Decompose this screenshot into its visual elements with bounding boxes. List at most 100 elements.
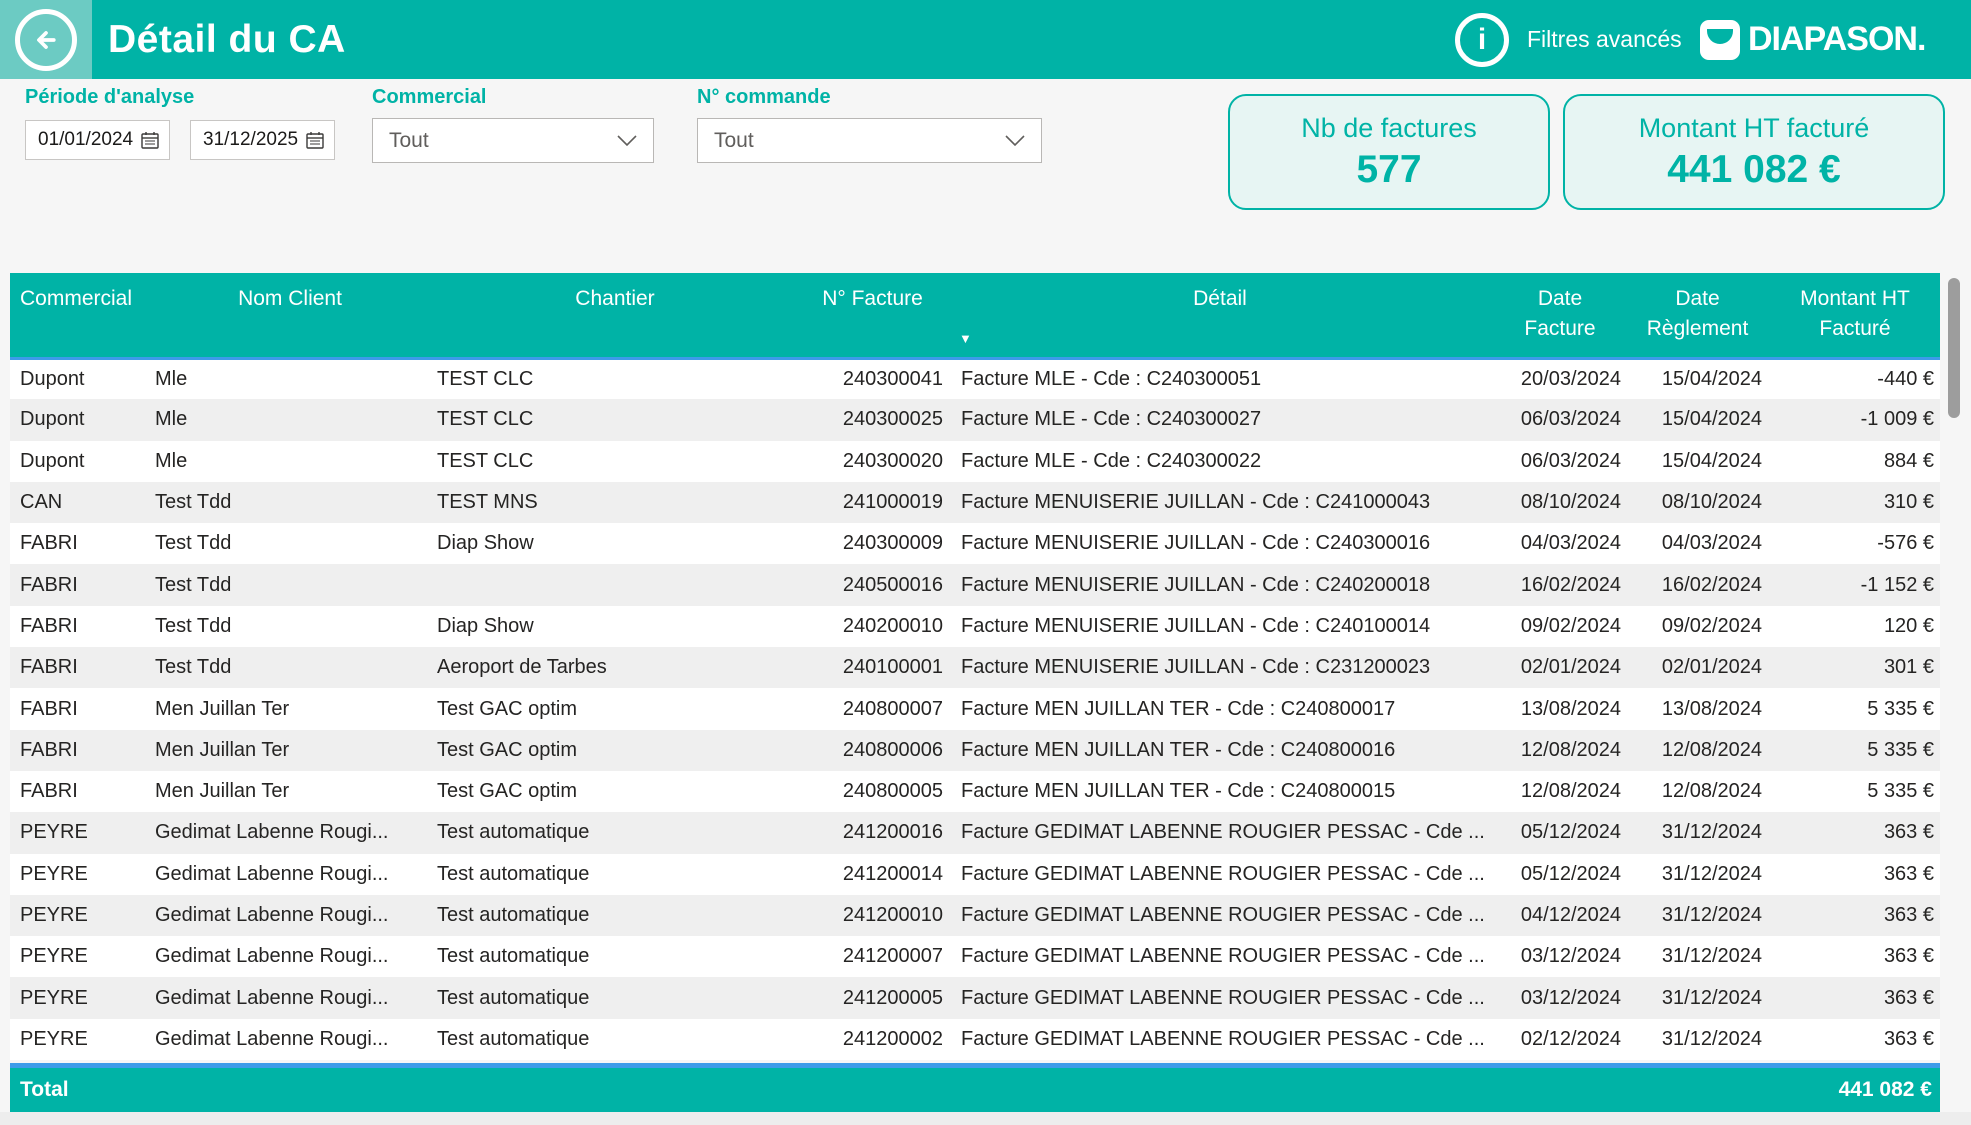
- table-row[interactable]: FABRI Test Tdd 240500016 Facture MENUISE…: [10, 564, 1940, 605]
- cell-commercial[interactable]: FABRI: [10, 523, 150, 564]
- cell-montant-ht[interactable]: 5 335 €: [1770, 688, 1940, 729]
- cell-n-facture[interactable]: 241200007: [800, 936, 945, 977]
- cell-n-facture[interactable]: 240300020: [800, 441, 945, 482]
- cell-detail[interactable]: Facture MEN JUILLAN TER - Cde : C2408000…: [945, 688, 1495, 729]
- cell-date-reglement[interactable]: 16/02/2024: [1625, 564, 1770, 605]
- cell-chantier[interactable]: Test automatique: [430, 812, 800, 853]
- cell-nom-client[interactable]: Gedimat Labenne Rougi...: [150, 854, 430, 895]
- cell-commercial[interactable]: FABRI: [10, 730, 150, 771]
- cell-nom-client[interactable]: Mle: [150, 358, 430, 399]
- cell-date-facture[interactable]: 03/12/2024: [1495, 977, 1625, 1018]
- cell-montant-ht[interactable]: -1 152 €: [1770, 564, 1940, 605]
- cell-montant-ht[interactable]: 5 335 €: [1770, 730, 1940, 771]
- cell-n-facture[interactable]: 240300041: [800, 358, 945, 399]
- cell-n-facture[interactable]: 240200010: [800, 606, 945, 647]
- cell-commercial[interactable]: FABRI: [10, 688, 150, 729]
- cell-detail[interactable]: Facture MENUISERIE JUILLAN - Cde : C2410…: [945, 482, 1495, 523]
- cell-date-reglement[interactable]: 31/12/2024: [1625, 1019, 1770, 1060]
- cell-date-facture[interactable]: 02/12/2024: [1495, 1019, 1625, 1060]
- table-row[interactable]: PEYRE Gedimat Labenne Rougi... Test auto…: [10, 1019, 1940, 1060]
- table-row[interactable]: PEYRE Gedimat Labenne Rougi... Test auto…: [10, 936, 1940, 977]
- cell-chantier[interactable]: Test GAC optim: [430, 771, 800, 812]
- cell-commercial[interactable]: PEYRE: [10, 1019, 150, 1060]
- cell-nom-client[interactable]: Test Tdd: [150, 523, 430, 564]
- table-row[interactable]: Dupont Mle TEST CLC 240300041 Facture ML…: [10, 358, 1940, 399]
- cell-montant-ht[interactable]: -1 009 €: [1770, 399, 1940, 440]
- date-start-input[interactable]: 01/01/2024: [25, 120, 170, 160]
- table-row[interactable]: CAN Test Tdd TEST MNS 241000019 Facture …: [10, 482, 1940, 523]
- cell-chantier[interactable]: Diap Show: [430, 606, 800, 647]
- cell-nom-client[interactable]: Men Juillan Ter: [150, 771, 430, 812]
- cell-commercial[interactable]: Dupont: [10, 358, 150, 399]
- cell-n-facture[interactable]: 240300009: [800, 523, 945, 564]
- table-row[interactable]: PEYRE Gedimat Labenne Rougi... Test auto…: [10, 977, 1940, 1018]
- cell-detail[interactable]: Facture GEDIMAT LABENNE ROUGIER PESSAC -…: [945, 977, 1495, 1018]
- cell-detail[interactable]: Facture GEDIMAT LABENNE ROUGIER PESSAC -…: [945, 812, 1495, 853]
- cell-chantier[interactable]: Test automatique: [430, 895, 800, 936]
- cell-montant-ht[interactable]: -440 €: [1770, 358, 1940, 399]
- cell-date-facture[interactable]: 06/03/2024: [1495, 441, 1625, 482]
- column-header-commercial[interactable]: Commercial: [10, 273, 150, 358]
- date-end-input[interactable]: 31/12/2025: [190, 120, 335, 160]
- cell-montant-ht[interactable]: -576 €: [1770, 523, 1940, 564]
- cell-chantier[interactable]: Test GAC optim: [430, 730, 800, 771]
- cell-detail[interactable]: Facture MEN JUILLAN TER - Cde : C2408000…: [945, 730, 1495, 771]
- cell-commercial[interactable]: PEYRE: [10, 936, 150, 977]
- cell-nom-client[interactable]: Gedimat Labenne Rougi...: [150, 977, 430, 1018]
- table-row[interactable]: FABRI Men Juillan Ter Test GAC optim 240…: [10, 730, 1940, 771]
- cell-date-facture[interactable]: 04/03/2024: [1495, 523, 1625, 564]
- table-row[interactable]: PEYRE Gedimat Labenne Rougi... Test auto…: [10, 895, 1940, 936]
- cell-nom-client[interactable]: Gedimat Labenne Rougi...: [150, 895, 430, 936]
- cell-montant-ht[interactable]: 5 335 €: [1770, 771, 1940, 812]
- cell-detail[interactable]: Facture MENUISERIE JUILLAN - Cde : C2312…: [945, 647, 1495, 688]
- cell-detail[interactable]: Facture MLE - Cde : C240300022: [945, 441, 1495, 482]
- cell-date-facture[interactable]: 03/12/2024: [1495, 936, 1625, 977]
- cell-date-reglement[interactable]: 31/12/2024: [1625, 812, 1770, 853]
- cell-date-reglement[interactable]: 31/12/2024: [1625, 936, 1770, 977]
- cell-montant-ht[interactable]: 363 €: [1770, 936, 1940, 977]
- cell-nom-client[interactable]: Men Juillan Ter: [150, 688, 430, 729]
- cell-n-facture[interactable]: 241200005: [800, 977, 945, 1018]
- cell-date-reglement[interactable]: 15/04/2024: [1625, 358, 1770, 399]
- cell-montant-ht[interactable]: 363 €: [1770, 1019, 1940, 1060]
- column-header-date-facture[interactable]: DateFacture: [1495, 273, 1625, 358]
- table-row[interactable]: FABRI Test Tdd Aeroport de Tarbes 240100…: [10, 647, 1940, 688]
- cell-chantier[interactable]: Test automatique: [430, 1019, 800, 1060]
- cell-chantier[interactable]: Diap Show: [430, 523, 800, 564]
- cell-n-facture[interactable]: 241200014: [800, 854, 945, 895]
- cell-nom-client[interactable]: Gedimat Labenne Rougi...: [150, 1019, 430, 1060]
- cell-chantier[interactable]: Test automatique: [430, 936, 800, 977]
- cell-n-facture[interactable]: 241000019: [800, 482, 945, 523]
- cell-montant-ht[interactable]: 301 €: [1770, 647, 1940, 688]
- cell-date-facture[interactable]: 04/12/2024: [1495, 895, 1625, 936]
- cell-n-facture[interactable]: 240500016: [800, 564, 945, 605]
- cell-date-reglement[interactable]: 09/02/2024: [1625, 606, 1770, 647]
- cell-detail[interactable]: Facture GEDIMAT LABENNE ROUGIER PESSAC -…: [945, 854, 1495, 895]
- cell-commercial[interactable]: PEYRE: [10, 854, 150, 895]
- cell-commercial[interactable]: FABRI: [10, 606, 150, 647]
- cell-chantier[interactable]: TEST CLC: [430, 358, 800, 399]
- cell-date-facture[interactable]: 02/01/2024: [1495, 647, 1625, 688]
- cell-date-facture[interactable]: 13/08/2024: [1495, 688, 1625, 729]
- cell-chantier[interactable]: [430, 564, 800, 605]
- cell-nom-client[interactable]: Test Tdd: [150, 606, 430, 647]
- cell-nom-client[interactable]: Mle: [150, 441, 430, 482]
- cell-n-facture[interactable]: 240800006: [800, 730, 945, 771]
- cell-n-facture[interactable]: 240100001: [800, 647, 945, 688]
- order-number-dropdown[interactable]: Tout: [697, 118, 1042, 163]
- cell-detail[interactable]: Facture GEDIMAT LABENNE ROUGIER PESSAC -…: [945, 1019, 1495, 1060]
- advanced-filters-label[interactable]: Filtres avancés: [1527, 26, 1682, 53]
- cell-montant-ht[interactable]: 884 €: [1770, 441, 1940, 482]
- cell-commercial[interactable]: PEYRE: [10, 977, 150, 1018]
- column-header-detail[interactable]: Détail ▼: [945, 273, 1495, 358]
- horizontal-scrollbar-track[interactable]: [0, 1112, 1971, 1125]
- cell-date-facture[interactable]: 05/12/2024: [1495, 812, 1625, 853]
- cell-nom-client[interactable]: Gedimat Labenne Rougi...: [150, 812, 430, 853]
- cell-detail[interactable]: Facture GEDIMAT LABENNE ROUGIER PESSAC -…: [945, 895, 1495, 936]
- cell-n-facture[interactable]: 240800005: [800, 771, 945, 812]
- cell-nom-client[interactable]: Mle: [150, 399, 430, 440]
- table-row[interactable]: Dupont Mle TEST CLC 240300020 Facture ML…: [10, 441, 1940, 482]
- calendar-icon[interactable]: [140, 130, 160, 150]
- cell-date-facture[interactable]: 05/12/2024: [1495, 854, 1625, 895]
- column-header-date-reglement[interactable]: DateRèglement: [1625, 273, 1770, 358]
